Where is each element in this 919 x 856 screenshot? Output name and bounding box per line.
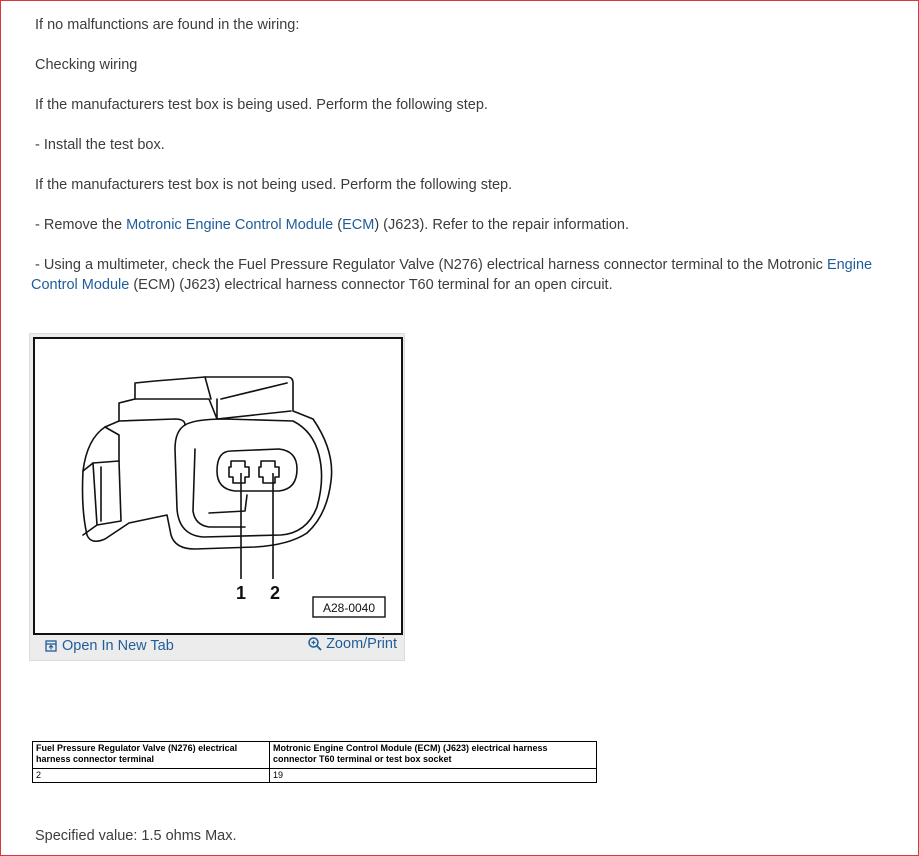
- step-remove-ecm-suffix: ) (J623). Refer to the repair informatio…: [374, 217, 629, 233]
- zoom-icon: [308, 637, 322, 651]
- specified-value-text: Specified value: 1.5 ohms Max.: [35, 828, 237, 844]
- open-tab-icon: [45, 640, 57, 652]
- table-row: 2 19: [32, 768, 597, 783]
- connector-figure: 1 2 A28-0040 Open In New Tab Zoom/Print: [29, 333, 405, 661]
- motronic-ecm-link[interactable]: Motronic Engine Control Module: [126, 217, 333, 233]
- open-in-new-tab-button[interactable]: Open In New Tab: [45, 638, 174, 654]
- callout-label-2: 2: [270, 583, 280, 603]
- connector-illustration-frame: 1 2 A28-0040: [33, 337, 403, 635]
- step-multimeter-check: - Using a multimeter, check the Fuel Pre…: [31, 255, 911, 295]
- text-test-box-used: If the manufacturers test box is being u…: [35, 97, 488, 113]
- table-cell: 19: [269, 768, 597, 783]
- step-remove-ecm: - Remove the Motronic Engine Control Mod…: [35, 215, 629, 235]
- text-checking-wiring: Checking wiring: [35, 57, 138, 73]
- callout-label-1: 1: [236, 583, 246, 603]
- figure-toolbar: Open In New Tab Zoom/Print: [33, 634, 403, 658]
- text-test-box-not-used: If the manufacturers test box is not bei…: [35, 177, 513, 193]
- figure-id-label: A28-0040: [323, 601, 375, 615]
- table-cell: 2: [32, 768, 270, 783]
- step-remove-ecm-prefix: - Remove the: [35, 217, 127, 233]
- open-in-new-tab-label: Open In New Tab: [62, 638, 174, 654]
- text-no-malfunctions: If no malfunctions are found in the wiri…: [35, 17, 300, 33]
- table-header-cell: Motronic Engine Control Module (ECM) (J6…: [269, 741, 597, 769]
- connector-drawing: 1 2 A28-0040: [81, 376, 386, 618]
- step-install-test-box: - Install the test box.: [35, 137, 165, 153]
- step-multimeter-prefix: - Using a multimeter, check the Fuel Pre…: [35, 257, 827, 273]
- step-remove-ecm-paren: (: [333, 217, 343, 233]
- ecm-link[interactable]: ECM: [342, 217, 374, 233]
- zoom-print-button[interactable]: Zoom/Print: [307, 636, 397, 652]
- table-header-row: Fuel Pressure Regulator Valve (N276) ele…: [32, 741, 597, 769]
- zoom-print-label: Zoom/Print: [326, 636, 397, 652]
- table-header-cell: Fuel Pressure Regulator Valve (N276) ele…: [32, 741, 270, 769]
- specification-table: Fuel Pressure Regulator Valve (N276) ele…: [32, 741, 597, 783]
- step-multimeter-suffix: (ECM) (J623) electrical harness connecto…: [129, 277, 613, 293]
